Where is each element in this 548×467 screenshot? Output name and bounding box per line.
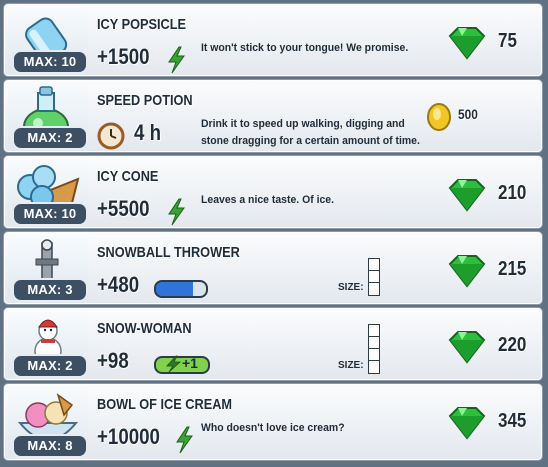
energy-bolt-icon	[166, 355, 182, 373]
gem-icon	[448, 27, 486, 60]
item-description: Leaves a nice taste. Of ice.	[201, 194, 335, 206]
shop-item-bowl-of-ice-cream[interactable]: MAX: 8 BOWL OF ICE CREAM +10000 Who does…	[3, 383, 543, 461]
price-value: 215	[498, 258, 527, 280]
shop-item-snow-woman[interactable]: MAX: 2 SNOW-WOMAN +98 +1 SIZE: 220	[3, 307, 543, 381]
price-button[interactable]: 220	[444, 330, 540, 364]
shop-item-speed-potion[interactable]: MAX: 2 SPEED POTION 4 h Drink it to spee…	[3, 79, 543, 153]
price-value: 75	[498, 30, 517, 52]
shop-item-icy-popsicle[interactable]: MAX: 10 ICY POPSICLE +1500 It won't stic…	[3, 3, 543, 77]
shop-item-list: MAX: 10 ICY POPSICLE +1500 It won't stic…	[0, 0, 548, 467]
price-value: 500	[458, 106, 478, 122]
size-cell	[368, 360, 380, 374]
max-quantity: MAX: 10	[12, 202, 88, 226]
energy-bolt-icon	[168, 198, 185, 226]
price-value: 210	[498, 182, 527, 204]
stat-value: +480	[97, 272, 140, 297]
stat-value: +98	[97, 348, 129, 373]
max-quantity: MAX: 10	[12, 50, 88, 74]
badge-value: +1	[182, 355, 198, 371]
item-name: ICY CONE	[97, 168, 159, 185]
gem-icon	[448, 407, 486, 440]
price-button[interactable]: 210	[444, 178, 540, 212]
shop-item-snowball-thrower[interactable]: MAX: 3 SNOWBALL THROWER +480 SIZE: 215	[3, 231, 543, 305]
energy-value: +1500	[97, 44, 150, 69]
item-name: BOWL OF ICE CREAM	[97, 396, 233, 413]
duration-value: 4 h	[134, 120, 162, 145]
energy-value: +10000	[97, 424, 160, 449]
item-name: SNOWBALL THROWER	[97, 244, 240, 261]
size-label: SIZE:	[338, 282, 364, 293]
energy-value: +5500	[97, 196, 150, 221]
energy-bolt-icon	[176, 426, 193, 454]
item-name: SPEED POTION	[97, 92, 193, 109]
gem-icon	[448, 331, 486, 364]
shop-item-icy-cone[interactable]: MAX: 10 ICY CONE +5500 Leaves a nice tas…	[3, 155, 543, 229]
item-thumbnail: MAX: 2	[8, 311, 88, 378]
max-quantity: MAX: 3	[12, 278, 88, 302]
item-thumbnail: MAX: 3	[8, 235, 88, 302]
capacity-bar	[154, 280, 208, 298]
size-label: SIZE:	[338, 360, 364, 371]
item-description: Who doesn't love ice cream?	[201, 422, 345, 434]
item-description: Drink it to speed up walking, digging an…	[201, 118, 420, 147]
item-thumbnail: MAX: 2	[8, 83, 88, 150]
energy-badge: +1	[154, 355, 210, 374]
price-button[interactable]: 215	[444, 254, 540, 288]
max-quantity: MAX: 8	[12, 434, 88, 458]
item-thumbnail: MAX: 8	[8, 387, 88, 458]
max-quantity: MAX: 2	[12, 126, 88, 150]
price-button[interactable]: 500	[427, 102, 540, 132]
item-name: ICY POPSICLE	[97, 16, 187, 33]
price-value: 345	[498, 410, 527, 432]
clock-icon	[97, 122, 125, 150]
energy-bolt-icon	[168, 46, 185, 74]
size-cell	[368, 282, 380, 296]
item-thumbnail: MAX: 10	[8, 7, 88, 74]
price-value: 220	[498, 334, 527, 356]
item-thumbnail: MAX: 10	[8, 159, 88, 226]
coin-icon	[427, 103, 451, 131]
price-button[interactable]: 75	[444, 26, 540, 60]
gem-icon	[448, 255, 486, 288]
price-button[interactable]: 345	[444, 406, 540, 440]
gem-icon	[448, 179, 486, 212]
max-quantity: MAX: 2	[12, 354, 88, 378]
item-description: It won't stick to your tongue! We promis…	[201, 42, 409, 54]
item-name: SNOW-WOMAN	[97, 320, 192, 337]
